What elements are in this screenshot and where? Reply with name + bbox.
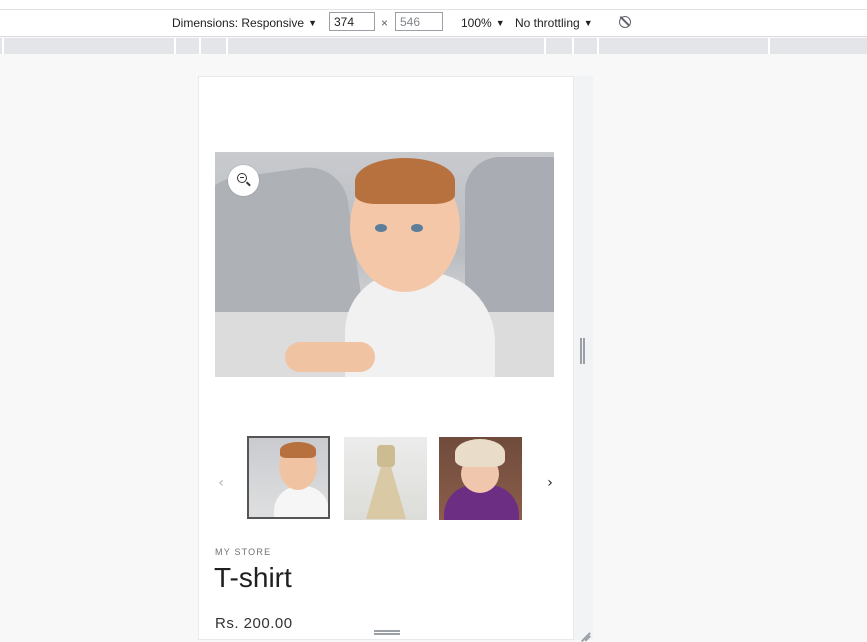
thumbnail-next-button[interactable]: › xyxy=(542,474,558,492)
ruler-tick xyxy=(597,38,599,54)
girl-hat-shape xyxy=(455,439,505,467)
product-title: T-shirt xyxy=(214,562,292,593)
thumbnail-baby[interactable] xyxy=(247,436,330,519)
dimensions-dropdown[interactable]: Dimensions: Responsive ▼ xyxy=(172,10,317,36)
chevron-down-icon: ▼ xyxy=(583,18,593,28)
height-input[interactable] xyxy=(395,12,443,31)
product-price: Rs. 200.00 xyxy=(215,615,293,632)
throttling-dropdown[interactable]: No throttling ▼ xyxy=(515,10,593,36)
resize-handle-icon[interactable] xyxy=(374,630,400,635)
thumbnail-dress[interactable] xyxy=(344,437,427,520)
dress-top-shape xyxy=(377,445,395,467)
thumb-hair-shape xyxy=(280,442,316,458)
zoom-button[interactable] xyxy=(228,165,259,196)
baby-arm-shape xyxy=(285,342,375,372)
throttling-label: No throttling xyxy=(515,16,580,30)
media-query-ruler xyxy=(0,38,867,54)
rotate-icon[interactable] xyxy=(619,16,631,28)
chevron-down-icon: ▼ xyxy=(308,18,317,28)
pillow-shape xyxy=(465,157,554,317)
resize-handle-icon[interactable] xyxy=(580,338,585,364)
dimensions-label: Dimensions: Responsive xyxy=(172,16,305,30)
corner-resize-icon[interactable] xyxy=(576,626,591,642)
width-input[interactable] xyxy=(329,12,375,31)
ruler-tick xyxy=(572,38,574,54)
ruler-tick xyxy=(226,38,228,54)
times-sign: × xyxy=(381,16,389,30)
ruler-tick xyxy=(199,38,201,54)
ruler-tick xyxy=(174,38,176,54)
baby-eye-shape xyxy=(375,224,387,232)
thumbnail-girl[interactable] xyxy=(439,437,522,520)
product-main-image[interactable] xyxy=(215,152,554,377)
baby-eye-shape xyxy=(411,224,423,232)
device-viewport: ‹ › MY STORE T-shirt Rs. 200.00 xyxy=(198,76,574,640)
thumbnail-prev-button[interactable]: ‹ xyxy=(213,474,229,492)
ruler-tick xyxy=(768,38,770,54)
zoom-label: 100% xyxy=(461,16,492,30)
ruler-tick xyxy=(544,38,546,54)
baby-hair-shape xyxy=(355,158,455,204)
device-toolbar: Dimensions: Responsive ▼ × 100% ▼ No thr… xyxy=(0,10,867,37)
devtools-top-strip xyxy=(0,0,867,10)
zoom-handle xyxy=(246,181,251,187)
thumb-body-shape xyxy=(274,486,328,517)
ruler-tick xyxy=(2,38,4,54)
product-vendor: MY STORE xyxy=(215,547,272,557)
chevron-down-icon: ▼ xyxy=(495,18,505,28)
zoom-dropdown[interactable]: 100% ▼ xyxy=(461,10,505,36)
